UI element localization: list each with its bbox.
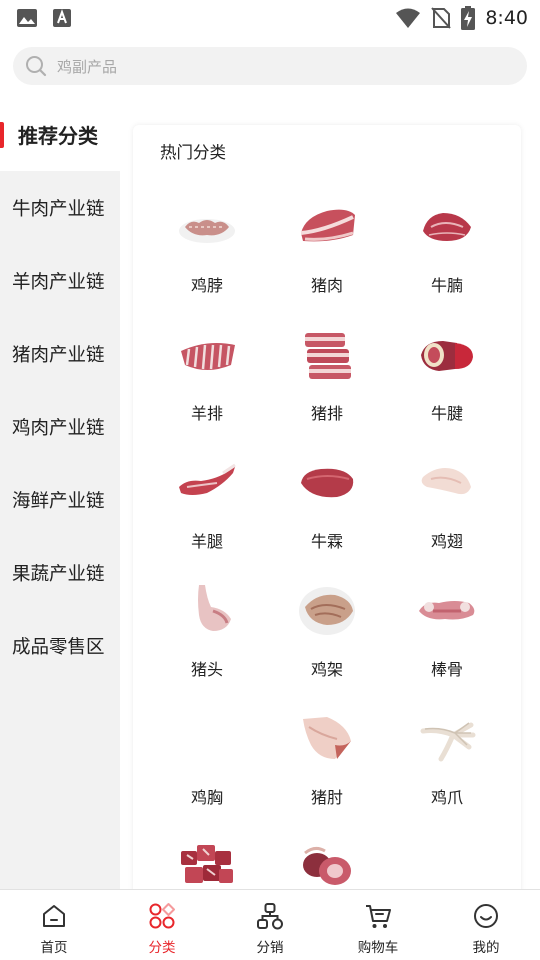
product-name: 羊排: [190, 404, 223, 423]
category-label: 猪肉产业链: [12, 344, 105, 366]
product-lamb-ribs[interactable]: 羊排: [147, 325, 267, 445]
product-chicken-feet[interactable]: 鸡爪: [387, 709, 507, 829]
category-item-lamb[interactable]: 羊肉产业链: [0, 244, 120, 317]
product-name: 鸡架: [310, 660, 343, 679]
product-chicken-neck[interactable]: 鸡脖: [147, 197, 267, 317]
product-name: 棒骨: [430, 660, 463, 679]
tab-distribution[interactable]: 分销: [216, 890, 324, 960]
category-label: 羊肉产业链: [12, 271, 105, 293]
product-name: 猪肉: [310, 276, 343, 295]
category-item-seafood[interactable]: 海鲜产业链: [0, 463, 120, 536]
category-item-pork[interactable]: 猪肉产业链: [0, 317, 120, 390]
category-item-chicken[interactable]: 鸡肉产业链: [0, 390, 120, 463]
category-label: 推荐分类: [18, 124, 98, 148]
active-indicator: [0, 122, 4, 148]
category-label: 海鲜产业链: [12, 490, 105, 512]
category-sidebar: 推荐分类 牛肉产业链 羊肉产业链 猪肉产业链 鸡肉产业链 海鲜产业链 果蔬产业链…: [0, 98, 120, 890]
panel-title: 热门分类: [160, 143, 226, 162]
category-label: 成品零售区: [12, 636, 105, 658]
product-bone[interactable]: 棒骨: [387, 581, 507, 701]
category-label: 牛肉产业链: [12, 198, 105, 220]
tab-label: 我的: [472, 940, 500, 956]
tab-cart[interactable]: 购物车: [324, 890, 432, 960]
bottom-tab-bar: 首页 分类 分销 购物车 我的: [0, 889, 540, 960]
chicken-wing-image: [421, 468, 471, 495]
status-bar: 8:40: [0, 0, 540, 36]
category-item-produce[interactable]: 果蔬产业链: [0, 536, 120, 609]
lamb-ribs-image: [181, 343, 235, 370]
wifi-icon: [396, 8, 421, 28]
bone-image: [419, 601, 475, 620]
beef-shank-image: [421, 341, 473, 371]
product-name: 鸡翅: [430, 532, 463, 551]
tab-home[interactable]: 首页: [0, 890, 108, 960]
distribution-icon: [257, 903, 283, 930]
category-label: 果蔬产业链: [12, 563, 105, 585]
search-input[interactable]: 鸡副产品: [13, 47, 527, 85]
profile-icon: [474, 904, 498, 928]
category-item-recommended[interactable]: 推荐分类: [0, 98, 120, 171]
search-placeholder: 鸡副产品: [57, 57, 118, 76]
status-time: 8:40: [485, 7, 528, 29]
tab-category[interactable]: 分类: [108, 890, 216, 960]
product-beef-brisket[interactable]: 牛腩: [387, 197, 507, 317]
chicken-neck-image: [179, 219, 235, 243]
category-item-retail[interactable]: 成品零售区: [0, 609, 120, 682]
pork-knuckle-image: [303, 717, 351, 759]
product-pork-ribs[interactable]: 猪排: [267, 325, 387, 445]
beef-round-image: [301, 468, 354, 498]
product-chicken-breast[interactable]: 鸡胸: [147, 709, 267, 829]
product-pork[interactable]: 猪肉: [267, 197, 387, 317]
product-name: 猪排: [310, 404, 343, 423]
product-name: 牛腱: [430, 404, 463, 423]
battery-charging-icon: [461, 6, 476, 30]
organ-meat-image: [303, 846, 351, 885]
product-name: 牛霖: [310, 532, 343, 551]
product-name: 鸡脖: [190, 276, 223, 295]
chicken-feet-image: [420, 722, 476, 762]
pork-ribs-image: [305, 333, 351, 379]
search-icon: [26, 56, 47, 77]
product-pig-head[interactable]: 猪头: [147, 581, 267, 701]
lamb-leg-image: [179, 463, 236, 495]
category-item-beef[interactable]: 牛肉产业链: [0, 171, 120, 244]
tab-label: 首页: [40, 940, 68, 956]
product-name: 鸡胸: [190, 788, 223, 807]
cart-icon: [366, 905, 391, 928]
no-sim-icon: [431, 7, 452, 29]
product-name: 猪肘: [310, 788, 343, 807]
product-name: 鸡爪: [430, 788, 463, 807]
category-icon: [149, 903, 175, 929]
product-chicken-frame[interactable]: 鸡架: [267, 581, 387, 701]
home-icon: [43, 905, 65, 927]
product-chicken-wing[interactable]: 鸡翅: [387, 453, 507, 573]
product-beef-shank[interactable]: 牛腱: [387, 325, 507, 445]
pork-image: [300, 209, 355, 242]
tab-profile[interactable]: 我的: [432, 890, 540, 960]
image-notification-icon: [17, 9, 37, 27]
tab-label: 分类: [148, 940, 176, 956]
product-name: 猪头: [190, 660, 223, 679]
product-name: 羊腿: [190, 532, 223, 551]
pig-head-image: [198, 585, 231, 631]
category-label: 鸡肉产业链: [12, 417, 105, 439]
a-notification-icon: [53, 9, 71, 27]
tab-label: 分销: [256, 940, 284, 956]
hot-category-panel: 热门分类 鸡脖 猪肉 牛腩 羊排 猪排 牛腱 羊腿 牛霖 鸡翅 猪头 鸡架 棒骨…: [133, 125, 521, 925]
chicken-frame-image: [299, 587, 355, 635]
product-beef-round[interactable]: 牛霖: [267, 453, 387, 573]
product-pork-knuckle[interactable]: 猪肘: [267, 709, 387, 829]
product-name: 牛腩: [430, 276, 463, 295]
beef-brisket-image: [423, 213, 471, 241]
cubed-meat-image: [181, 845, 233, 883]
product-lamb-leg[interactable]: 羊腿: [147, 453, 267, 573]
tab-label: 购物车: [357, 940, 399, 956]
